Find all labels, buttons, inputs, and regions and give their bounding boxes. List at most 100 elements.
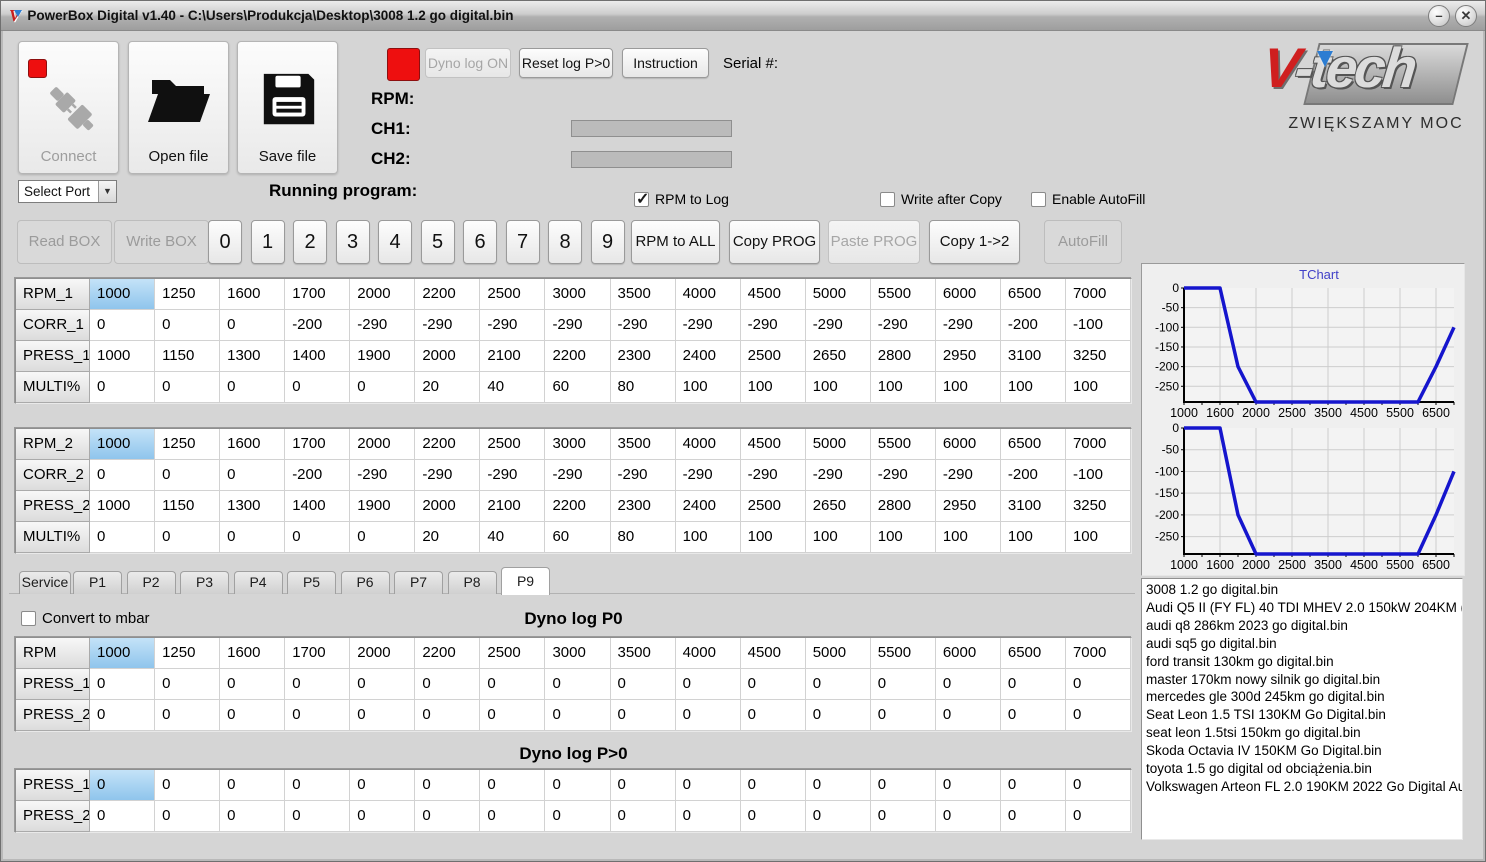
close-button[interactable]: ✕ xyxy=(1455,4,1477,27)
prog1-cell-multi%-13[interactable]: 100 xyxy=(935,372,1001,403)
prog2-cell-multi%-2[interactable]: 0 xyxy=(220,522,286,553)
prog2-cell-press_2-5[interactable]: 2000 xyxy=(415,491,481,522)
digit-button-2[interactable]: 2 xyxy=(293,220,327,264)
dyno-p0-cell-press_2-9[interactable]: 0 xyxy=(675,700,741,731)
prog2-cell-press_2-6[interactable]: 2100 xyxy=(480,491,546,522)
prog1-cell-multi%-4[interactable]: 0 xyxy=(350,372,416,403)
digit-button-4[interactable]: 4 xyxy=(378,220,412,264)
dyno-p0-cell-rpm-4[interactable]: 2000 xyxy=(350,638,416,669)
prog2-cell-press_2-1[interactable]: 1150 xyxy=(155,491,221,522)
prog2-cell-multi%-13[interactable]: 100 xyxy=(935,522,1001,553)
dyno-p0-cell-press_1-9[interactable]: 0 xyxy=(675,669,741,700)
prog1-cell-rpm_1-5[interactable]: 2200 xyxy=(415,279,481,310)
digit-button-9[interactable]: 9 xyxy=(590,220,625,264)
prog1-cell-press_1-5[interactable]: 2000 xyxy=(415,341,481,372)
dyno-p0-cell-press_2-4[interactable]: 0 xyxy=(350,700,416,731)
prog1-cell-corr_1-2[interactable]: 0 xyxy=(220,310,286,341)
dyno-p0-cell-rpm-13[interactable]: 6000 xyxy=(935,638,1001,669)
select-port-dropdown[interactable]: Select Port ▼ xyxy=(18,180,117,203)
rpm-to-all-button[interactable]: RPM to ALL xyxy=(631,220,720,264)
dyno-pgt0-cell-press_2-15[interactable]: 0 xyxy=(1065,801,1131,832)
file-list-item[interactable]: Seat Leon 1.5 TSI 130KM Go Digital.bin xyxy=(1146,706,1458,724)
prog2-cell-corr_2-2[interactable]: 0 xyxy=(220,460,286,491)
prog1-cell-corr_1-6[interactable]: -290 xyxy=(480,310,546,341)
dyno-p0-cell-press_1-2[interactable]: 0 xyxy=(220,669,286,700)
enable-autofill-box[interactable] xyxy=(1031,191,1046,207)
prog2-cell-corr_2-9[interactable]: -290 xyxy=(675,460,741,491)
digit-button-3[interactable]: 3 xyxy=(335,220,370,264)
dyno-pgt0-cell-press_1-7[interactable]: 0 xyxy=(545,770,611,801)
dyno-pgt0-cell-press_2-4[interactable]: 0 xyxy=(350,801,416,832)
prog2-cell-multi%-14[interactable]: 100 xyxy=(1000,522,1066,553)
dyno-p0-cell-press_1-11[interactable]: 0 xyxy=(805,669,871,700)
prog2-cell-multi%-5[interactable]: 20 xyxy=(415,522,481,553)
prog1-cell-rpm_1-10[interactable]: 4500 xyxy=(740,279,806,310)
prog1-cell-corr_1-12[interactable]: -290 xyxy=(870,310,936,341)
prog2-cell-corr_2-8[interactable]: -290 xyxy=(610,460,676,491)
prog2-cell-press_2-8[interactable]: 2300 xyxy=(610,491,676,522)
dyno-p0-cell-press_2-3[interactable]: 0 xyxy=(285,700,351,731)
prog1-cell-press_1-2[interactable]: 1300 xyxy=(220,341,286,372)
digit-button-5[interactable]: 5 xyxy=(420,220,455,264)
prog1-cell-corr_1-0[interactable]: 0 xyxy=(90,310,156,341)
dyno-p0-cell-press_2-11[interactable]: 0 xyxy=(805,700,871,731)
tab-p3[interactable]: P3 xyxy=(180,571,229,594)
dyno-p0-cell-press_2-5[interactable]: 0 xyxy=(415,700,481,731)
prog1-cell-rpm_1-7[interactable]: 3000 xyxy=(545,279,611,310)
prog1-cell-rpm_1-1[interactable]: 1250 xyxy=(155,279,221,310)
prog2-cell-rpm_2-6[interactable]: 2500 xyxy=(480,429,546,460)
prog2-cell-rpm_2-13[interactable]: 6000 xyxy=(935,429,1001,460)
prog2-cell-press_2-11[interactable]: 2650 xyxy=(805,491,871,522)
prog2-cell-press_2-3[interactable]: 1400 xyxy=(285,491,351,522)
prog1-cell-multi%-10[interactable]: 100 xyxy=(740,372,806,403)
dyno-pgt0-cell-press_2-2[interactable]: 0 xyxy=(220,801,286,832)
dyno-pgt0-cell-press_1-2[interactable]: 0 xyxy=(220,770,286,801)
prog1-cell-rpm_1-0[interactable]: 1000 xyxy=(90,279,156,310)
digit-button-0[interactable]: 0 xyxy=(208,220,242,264)
reset-log-button[interactable]: Reset log P>0 xyxy=(519,48,613,78)
dyno-p0-cell-press_1-7[interactable]: 0 xyxy=(545,669,611,700)
file-list-item[interactable]: Skoda Octavia IV 150KM Go Digital.bin xyxy=(1146,742,1458,760)
dyno-p0-cell-rpm-9[interactable]: 4000 xyxy=(675,638,741,669)
dyno-p0-cell-press_2-7[interactable]: 0 xyxy=(545,700,611,731)
prog1-cell-multi%-3[interactable]: 0 xyxy=(285,372,351,403)
prog2-cell-corr_2-11[interactable]: -290 xyxy=(805,460,871,491)
prog2-cell-press_2-4[interactable]: 1900 xyxy=(350,491,416,522)
prog1-cell-corr_1-1[interactable]: 0 xyxy=(155,310,221,341)
prog2-cell-corr_2-3[interactable]: -200 xyxy=(285,460,351,491)
file-list-item[interactable]: toyota 1.5 go digital od obciążenia.bin xyxy=(1146,760,1458,778)
dyno-pgt0-cell-press_2-0[interactable]: 0 xyxy=(90,801,156,832)
prog1-cell-corr_1-15[interactable]: -100 xyxy=(1065,310,1131,341)
copy-1-to-2-button[interactable]: Copy 1->2 xyxy=(929,220,1020,264)
dyno-p0-cell-press_1-10[interactable]: 0 xyxy=(740,669,806,700)
dyno-pgt0-cell-press_2-3[interactable]: 0 xyxy=(285,801,351,832)
dyno-pgt0-cell-press_2-1[interactable]: 0 xyxy=(155,801,221,832)
dyno-p0-cell-press_2-10[interactable]: 0 xyxy=(740,700,806,731)
file-list-item[interactable]: 3008 1.2 go digital.bin xyxy=(1146,581,1458,599)
prog2-cell-press_2-9[interactable]: 2400 xyxy=(675,491,741,522)
dyno-pgt0-cell-press_1-4[interactable]: 0 xyxy=(350,770,416,801)
dyno-p0-cell-press_2-8[interactable]: 0 xyxy=(610,700,676,731)
dyno-pgt0-cell-press_1-9[interactable]: 0 xyxy=(675,770,741,801)
prog2-cell-multi%-10[interactable]: 100 xyxy=(740,522,806,553)
dyno-pgt0-cell-press_1-10[interactable]: 0 xyxy=(740,770,806,801)
prog1-cell-corr_1-8[interactable]: -290 xyxy=(610,310,676,341)
prog1-cell-multi%-5[interactable]: 20 xyxy=(415,372,481,403)
prog2-cell-rpm_2-8[interactable]: 3500 xyxy=(610,429,676,460)
prog1-cell-press_1-15[interactable]: 3250 xyxy=(1065,341,1131,372)
prog2-cell-press_2-14[interactable]: 3100 xyxy=(1000,491,1066,522)
prog2-cell-rpm_2-5[interactable]: 2200 xyxy=(415,429,481,460)
dyno-p0-cell-press_2-14[interactable]: 0 xyxy=(1000,700,1066,731)
prog1-cell-corr_1-10[interactable]: -290 xyxy=(740,310,806,341)
prog1-cell-multi%-14[interactable]: 100 xyxy=(1000,372,1066,403)
dyno-p0-cell-press_1-3[interactable]: 0 xyxy=(285,669,351,700)
prog2-cell-multi%-8[interactable]: 80 xyxy=(610,522,676,553)
prog1-cell-multi%-0[interactable]: 0 xyxy=(90,372,156,403)
prog1-cell-multi%-6[interactable]: 40 xyxy=(480,372,546,403)
file-list-item[interactable]: seat leon 1.5tsi 150km go digital.bin xyxy=(1146,724,1458,742)
dyno-p0-cell-press_1-8[interactable]: 0 xyxy=(610,669,676,700)
dyno-p0-cell-press_2-0[interactable]: 0 xyxy=(90,700,156,731)
prog2-cell-corr_2-4[interactable]: -290 xyxy=(350,460,416,491)
digit-button-6[interactable]: 6 xyxy=(463,220,497,264)
dyno-pgt0-cell-press_2-14[interactable]: 0 xyxy=(1000,801,1066,832)
